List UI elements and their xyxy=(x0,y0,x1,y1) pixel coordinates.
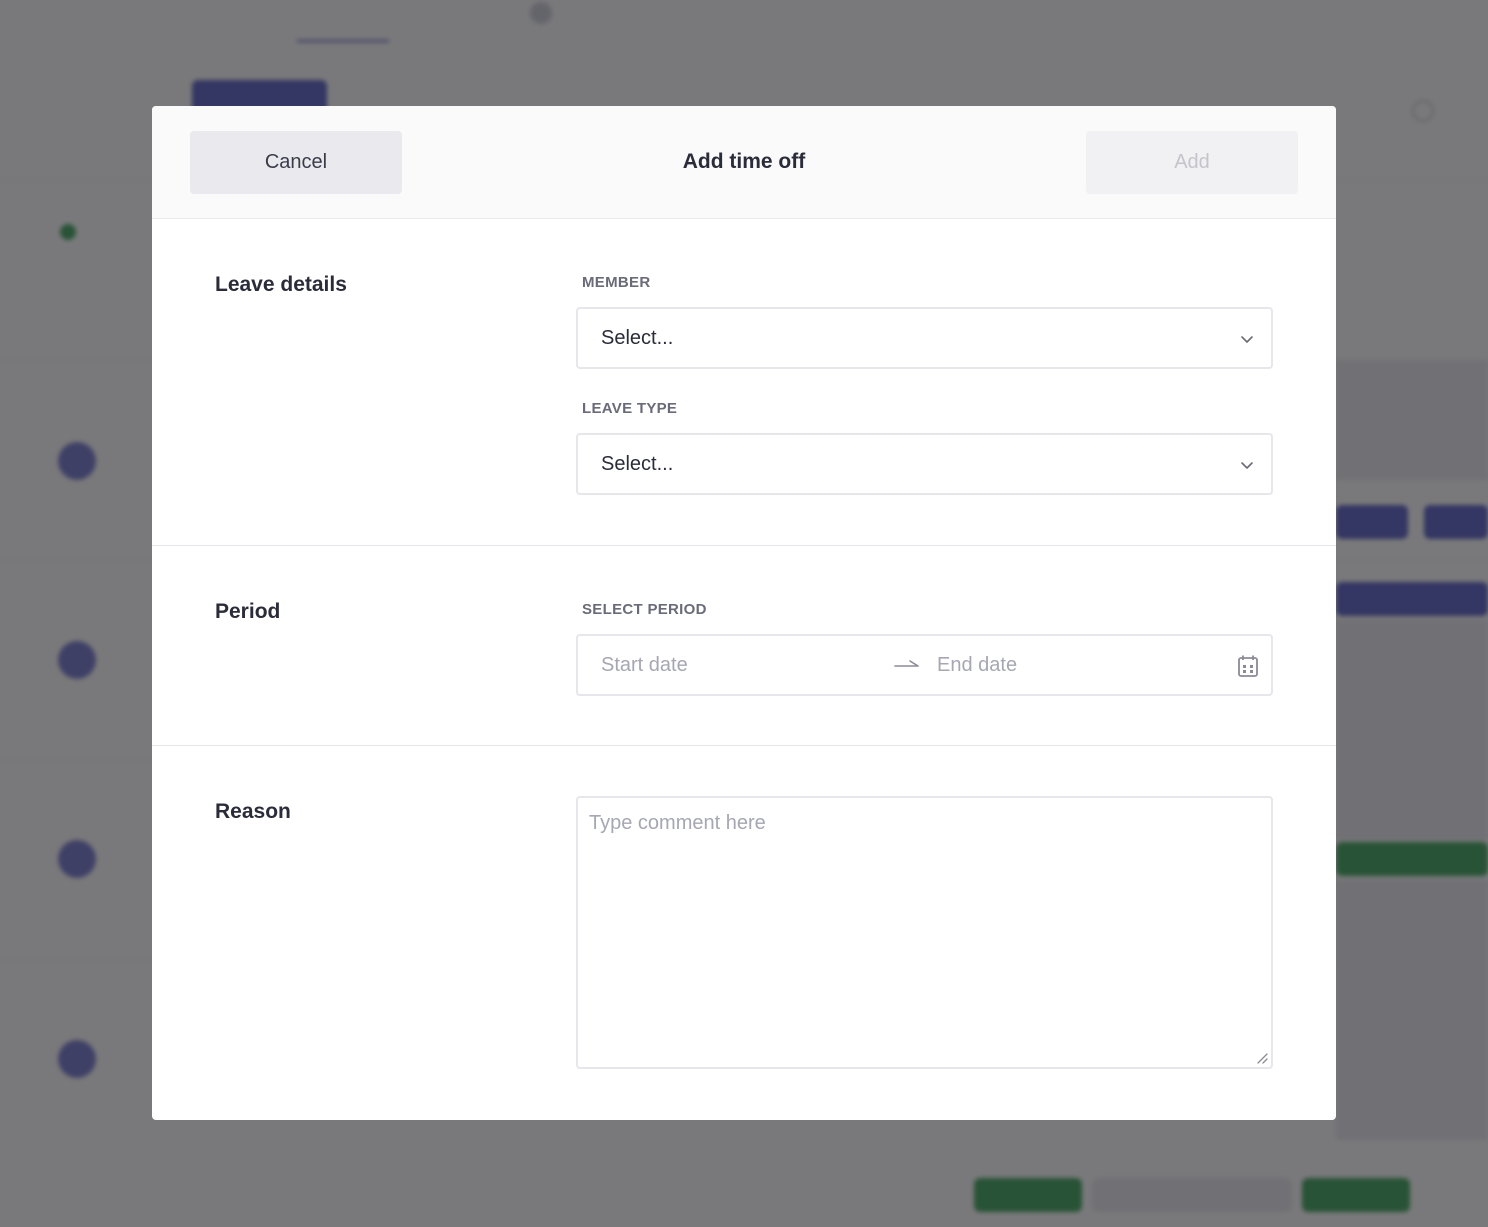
select-period-label: SELECT PERIOD xyxy=(582,601,707,618)
leave-details-section: Leave details MEMBER Select... LEAVE TYP… xyxy=(152,219,1336,546)
reason-placeholder: Type comment here xyxy=(589,812,766,834)
reason-section: Reason Type comment here xyxy=(152,746,1336,1120)
add-time-off-dialog: Cancel Add time off Add Leave details ME… xyxy=(152,106,1336,1120)
section-heading: Leave details xyxy=(215,273,347,296)
chevron-down-icon xyxy=(1241,462,1253,469)
end-date-input[interactable]: End date xyxy=(937,654,1017,677)
date-range-picker[interactable]: Start date End date xyxy=(576,634,1273,696)
dialog-header: Cancel Add time off Add xyxy=(152,106,1336,219)
calendar-icon[interactable] xyxy=(1237,654,1259,678)
add-button[interactable]: Add xyxy=(1086,131,1298,194)
leave-type-select[interactable]: Select... xyxy=(576,433,1273,495)
period-section: Period SELECT PERIOD Start date End date xyxy=(152,546,1336,746)
member-select[interactable]: Select... xyxy=(576,307,1273,369)
leave-type-label: LEAVE TYPE xyxy=(582,400,678,417)
member-select-value: Select... xyxy=(601,327,674,349)
chevron-down-icon xyxy=(1241,336,1253,343)
member-label: MEMBER xyxy=(582,274,651,291)
arrow-right-icon xyxy=(894,660,919,667)
section-heading: Period xyxy=(215,600,281,623)
leave-type-select-value: Select... xyxy=(601,453,674,475)
section-heading: Reason xyxy=(215,800,291,823)
resize-grip-icon[interactable] xyxy=(1255,1051,1269,1065)
reason-textarea[interactable]: Type comment here xyxy=(576,796,1273,1069)
start-date-input[interactable]: Start date xyxy=(601,654,688,677)
